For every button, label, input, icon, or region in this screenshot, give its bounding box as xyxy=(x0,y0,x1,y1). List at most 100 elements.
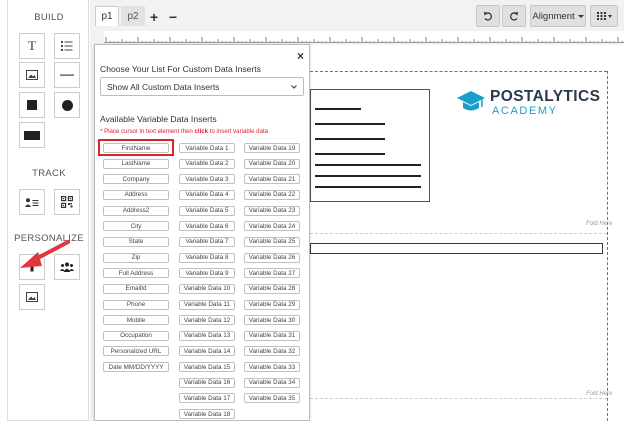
field-button[interactable]: Mobile xyxy=(103,315,169,326)
address-line xyxy=(315,175,421,177)
redo-button[interactable] xyxy=(502,5,526,27)
variable-data-button[interactable]: Variable Data 1 xyxy=(179,143,235,153)
variable-data-button[interactable]: Variable Data 18 xyxy=(179,409,235,420)
alignment-dropdown[interactable]: Alignment xyxy=(530,5,586,27)
variable-data-button[interactable]: Variable Data 14 xyxy=(179,346,235,357)
variable-data-button[interactable]: Variable Data 19 xyxy=(244,143,300,153)
image-tool-button[interactable] xyxy=(19,62,45,88)
undo-button[interactable] xyxy=(476,5,500,27)
list-select[interactable]: Show All Custom Data Inserts xyxy=(100,77,304,96)
fold-line xyxy=(310,233,607,234)
close-panel-button[interactable]: × xyxy=(297,49,304,63)
tab-p1[interactable]: p1 xyxy=(95,6,119,26)
available-heading: Available Variable Data Inserts xyxy=(100,114,217,124)
variable-data-button[interactable]: Variable Data 11 xyxy=(179,299,235,310)
variable-data-button[interactable]: Variable Data 5 xyxy=(179,205,235,216)
variable-data-button[interactable]: Variable Data 30 xyxy=(244,315,300,326)
field-button[interactable]: LastName xyxy=(103,158,169,169)
variable-data-button[interactable]: Variable Data 13 xyxy=(179,330,235,341)
variable-data-button[interactable]: Variable Data 33 xyxy=(244,362,300,373)
variable-data-button[interactable]: Variable Data 17 xyxy=(179,393,235,404)
contact-card-tool-button[interactable] xyxy=(19,189,45,215)
rectangle-tool-button[interactable] xyxy=(19,122,45,148)
variable-data-button[interactable]: Variable Data 4 xyxy=(179,189,235,200)
undo-icon xyxy=(484,11,492,21)
field-button[interactable]: Date MM/DD/YYYY xyxy=(103,362,169,373)
text-element-box[interactable] xyxy=(310,243,603,254)
variable-data-button[interactable]: Variable Data 28 xyxy=(244,283,300,294)
insert-hint: * Place cursor in text element then clic… xyxy=(100,128,268,135)
horizontal-ruler xyxy=(104,31,624,43)
field-button[interactable]: EmailId xyxy=(103,283,169,294)
image-icon xyxy=(26,70,38,80)
variable-data-button[interactable]: Variable Data 3 xyxy=(179,174,235,185)
add-page-button[interactable]: + xyxy=(150,9,158,25)
variable-data-button[interactable]: Variable Data 21 xyxy=(244,174,300,185)
field-button[interactable]: Zip xyxy=(103,252,169,263)
return-address-box[interactable] xyxy=(310,89,430,202)
address-line xyxy=(315,138,385,140)
field-button[interactable]: Address xyxy=(103,189,169,200)
rectangle-icon xyxy=(24,130,40,140)
guide-line-right xyxy=(607,71,608,421)
caret-down-icon xyxy=(577,14,584,18)
qr-code-tool-button[interactable] xyxy=(54,189,80,215)
list-tool-button[interactable] xyxy=(54,33,80,59)
annotation-arrow-icon xyxy=(20,240,70,268)
personalized-image-tool-button[interactable] xyxy=(19,284,45,310)
postalytics-logo: POSTALYTICS ACADEMY xyxy=(456,87,600,117)
circle-tool-button[interactable] xyxy=(54,92,80,118)
caret-down-icon xyxy=(607,14,612,18)
grid-menu-dropdown[interactable] xyxy=(590,5,618,27)
variable-data-button[interactable]: Variable Data 6 xyxy=(179,221,235,232)
alignment-label: Alignment xyxy=(532,10,575,22)
field-button[interactable]: Personalized URL xyxy=(103,346,169,357)
remove-page-button[interactable]: − xyxy=(169,9,177,25)
variable-data-button[interactable]: Variable Data 16 xyxy=(179,377,235,388)
text-tool-button[interactable]: T xyxy=(19,33,45,59)
logo-wordmark: POSTALYTICS xyxy=(490,88,601,105)
variable-data-button[interactable]: Variable Data 25 xyxy=(244,236,300,247)
variable-data-button[interactable]: Variable Data 24 xyxy=(244,221,300,232)
variable-data-button[interactable]: Variable Data 9 xyxy=(179,268,235,279)
fold-line xyxy=(310,398,607,399)
field-button[interactable]: Full Address xyxy=(103,268,169,279)
variable-data-button[interactable]: Variable Data 2 xyxy=(179,158,235,169)
field-button[interactable]: FirstName xyxy=(103,143,169,153)
guide-line-top xyxy=(310,71,607,72)
variable-data-button[interactable]: Variable Data 20 xyxy=(244,158,300,169)
address-line xyxy=(315,186,421,188)
field-button[interactable]: Phone xyxy=(103,299,169,310)
variable-data-button[interactable]: Variable Data 34 xyxy=(244,377,300,388)
tab-p2[interactable]: p2 xyxy=(121,6,145,26)
list-heading: Choose Your List For Custom Data Inserts xyxy=(100,64,261,74)
variable-data-button[interactable]: Variable Data 7 xyxy=(179,236,235,247)
field-button[interactable]: Address2 xyxy=(103,205,169,216)
variable-data-button[interactable]: Variable Data 12 xyxy=(179,315,235,326)
field-button[interactable]: State xyxy=(103,236,169,247)
field-button[interactable]: City xyxy=(103,221,169,232)
field-button[interactable]: Company xyxy=(103,174,169,185)
line-tool-button[interactable] xyxy=(54,62,80,88)
variable-data-button[interactable]: Variable Data 8 xyxy=(179,252,235,263)
variable-data-button[interactable]: Variable Data 22 xyxy=(244,189,300,200)
variable-data-button[interactable]: Variable Data 15 xyxy=(179,362,235,373)
square-tool-button[interactable] xyxy=(19,92,45,118)
logo-subtitle: ACADEMY xyxy=(492,105,558,117)
variable-data-button[interactable]: Variable Data 27 xyxy=(244,268,300,279)
address-line xyxy=(315,123,385,125)
variable-data-button[interactable]: Variable Data 35 xyxy=(244,393,300,404)
variable-data-button[interactable]: Variable Data 10 xyxy=(179,283,235,294)
variable-data-button[interactable]: Variable Data 26 xyxy=(244,252,300,263)
fold-label: Fold Here xyxy=(586,391,613,397)
list-icon xyxy=(61,41,73,51)
address-line xyxy=(315,153,385,155)
variable-data-button[interactable]: Variable Data 29 xyxy=(244,299,300,310)
text-icon: T xyxy=(28,38,36,53)
variable-data-button[interactable]: Variable Data 31 xyxy=(244,330,300,341)
variable-data-button[interactable]: Variable Data 23 xyxy=(244,205,300,216)
field-button[interactable]: Occupation xyxy=(103,330,169,341)
postalytics-logo-icon xyxy=(457,91,485,111)
variable-data-button[interactable]: Variable Data 32 xyxy=(244,346,300,357)
track-section-title: TRACK xyxy=(32,168,66,179)
